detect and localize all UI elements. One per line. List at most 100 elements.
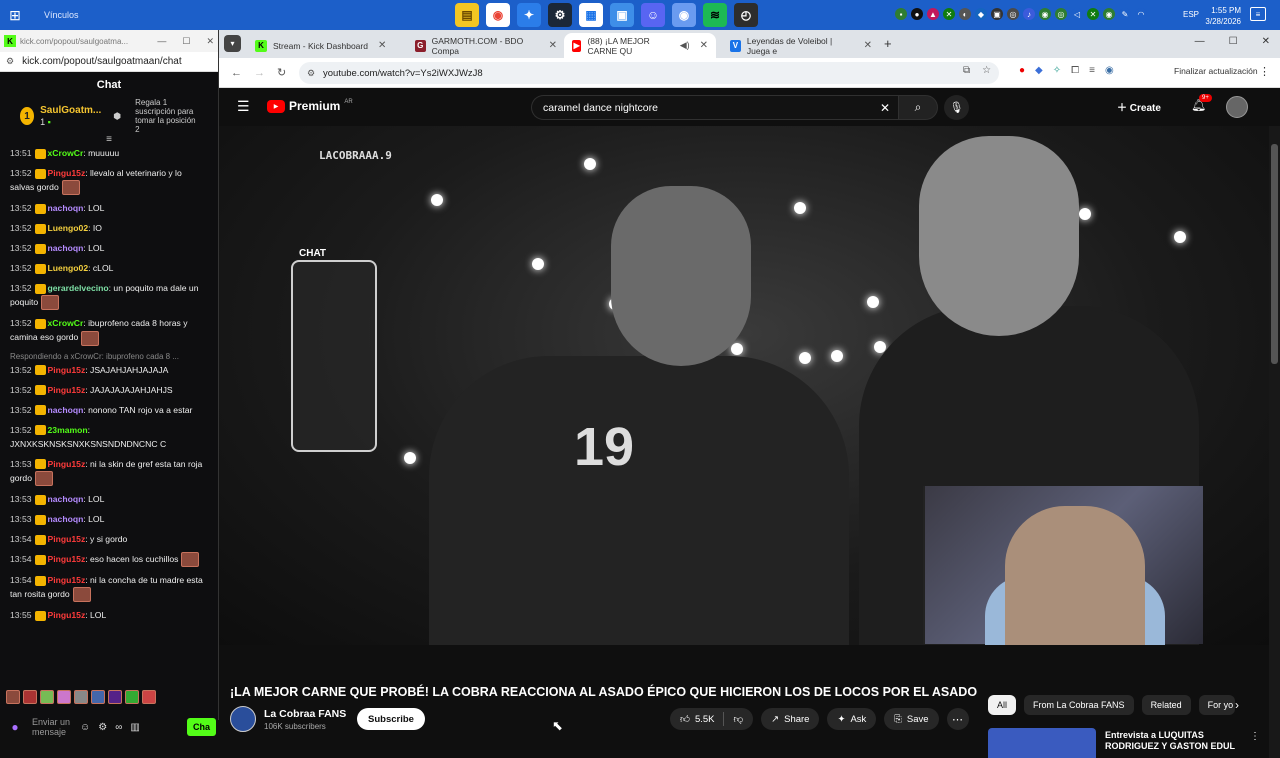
like-icon[interactable]: 👍︎ — [680, 713, 690, 725]
recommended-title[interactable]: Entrevista a LUQUITAS RODRIGUEZ Y GASTON… — [1105, 730, 1245, 752]
message-username[interactable]: nachoqn — [48, 494, 84, 504]
link-icon[interactable]: ∞ — [115, 722, 122, 733]
chips-next-icon[interactable]: › — [1235, 698, 1239, 712]
message-username[interactable]: Pingu15z — [48, 554, 86, 564]
tray-app-icon[interactable]: ◎ — [1007, 8, 1019, 20]
message-username[interactable]: Pingu15z — [48, 385, 86, 395]
extensions-puzzle-icon[interactable]: ⧠ — [1071, 65, 1079, 76]
account-avatar[interactable] — [1226, 96, 1248, 118]
profile-avatar-icon[interactable]: ◉ — [1105, 65, 1114, 76]
dislike-icon[interactable]: 👎︎ — [733, 713, 743, 725]
message-username[interactable]: 23mamon — [48, 425, 88, 435]
pen-icon[interactable]: ✎ — [1119, 8, 1131, 20]
youtube-premium-logo[interactable]: ▶ Premium AR — [267, 99, 353, 113]
extension-icon[interactable]: ✧ — [1053, 65, 1061, 76]
tray-app-icon[interactable]: ◆ — [975, 8, 987, 20]
like-count[interactable]: 5.5K — [695, 714, 715, 725]
tray-app-icon[interactable]: ● — [911, 8, 923, 20]
channel-avatar[interactable] — [230, 706, 256, 732]
chat-message[interactable]: 13:52 Pingu15z: JSAJAHJAHJAJAJA — [10, 363, 208, 377]
message-username[interactable]: nachoqn — [48, 405, 84, 415]
maximize-icon[interactable]: ☐ — [182, 36, 190, 47]
tray-app-icon[interactable]: ▪ — [895, 8, 907, 20]
microphone-icon[interactable]: ♪ — [1023, 8, 1035, 20]
send-chat-button[interactable]: Cha — [186, 718, 216, 736]
tray-app-icon[interactable]: ▣ — [991, 8, 1003, 20]
close-tab-icon[interactable]: ✕ — [549, 40, 557, 51]
clock-icon[interactable]: ◴ — [734, 3, 758, 27]
language-indicator[interactable]: ESP — [1183, 10, 1199, 19]
discord-icon[interactable]: ☺ — [641, 3, 665, 27]
chat-message[interactable]: 13:53 nachoqn: LOL — [10, 492, 208, 506]
emote-icon[interactable] — [6, 690, 20, 704]
tray-app-icon[interactable]: ◎ — [1055, 8, 1067, 20]
site-settings-icon[interactable]: ⚙ — [6, 56, 14, 67]
video-player[interactable]: LACOBRAAA.9 CHAT 19 — [219, 126, 1269, 645]
bookmark-star-icon[interactable]: ☆ — [982, 65, 991, 76]
close-tab-icon[interactable]: ✕ — [700, 40, 708, 51]
message-username[interactable]: Pingu15z — [48, 168, 86, 178]
chat-message[interactable]: 13:52 gerardelvecino: un poquito ma dale … — [10, 281, 208, 311]
chrome-2-icon[interactable]: ◉ — [672, 3, 696, 27]
voice-search-icon[interactable]: 🎙︎ — [944, 95, 969, 120]
chat-message[interactable]: 13:52 nachoqn: nonono TAN rojo va a estar — [10, 403, 208, 417]
message-username[interactable]: Luengo02 — [48, 263, 89, 273]
extension-icon[interactable]: ● — [1019, 65, 1025, 76]
steam-icon[interactable]: ⚙ — [548, 3, 572, 27]
tray-app-icon[interactable]: ◐ — [959, 8, 971, 20]
windows-start-icon[interactable]: ⊞ — [0, 0, 30, 30]
emote-icon[interactable] — [74, 690, 88, 704]
chat-message[interactable]: 13:52 nachoqn: LOL — [10, 241, 208, 255]
tab-leyendas-voleibol[interactable]: V Leyendas de Voleibol | Juega e ✕ — [722, 33, 880, 58]
chip-all[interactable]: All — [988, 695, 1017, 715]
tab-youtube-video[interactable]: ▶ (88) ¡LA MEJOR CARNE QU ◀) ✕ — [564, 33, 716, 58]
message-username[interactable]: nachoqn — [48, 243, 84, 253]
site-info-icon[interactable]: ⚙ — [307, 68, 315, 79]
notification-center-icon[interactable]: ≡ — [1250, 7, 1266, 21]
chat-message[interactable]: 13:54 Pingu15z: ni la concha de tu madre … — [10, 573, 208, 603]
wifi-icon[interactable]: ◠ — [1135, 8, 1147, 20]
message-username[interactable]: nachoqn — [48, 203, 84, 213]
tab-kick-dashboard[interactable]: K Stream - Kick Dashboard ✕ — [247, 33, 405, 58]
ask-button[interactable]: ✦ Ask — [827, 708, 877, 730]
message-username[interactable]: gerardelvecino — [48, 283, 109, 293]
message-username[interactable]: xCrowCr — [48, 148, 84, 158]
message-username[interactable]: Pingu15z — [48, 575, 86, 585]
chat-message[interactable]: 13:51 xCrowCr: muuuuu — [10, 146, 208, 160]
emote-icon[interactable] — [57, 690, 71, 704]
clear-search-icon[interactable]: ✕ — [880, 101, 890, 115]
new-tab-icon[interactable]: + — [884, 36, 892, 51]
recommended-more-icon[interactable]: ⋮ — [1250, 731, 1260, 742]
search-input[interactable]: caramel dance nightcore ✕ — [531, 95, 898, 120]
gift-icon[interactable]: ▥ — [130, 722, 139, 733]
message-username[interactable]: xCrowCr — [48, 318, 84, 328]
cast-icon[interactable]: ⧉ — [963, 65, 970, 76]
menu-icon[interactable]: ☰ — [237, 98, 250, 115]
tray-app-icon[interactable]: ◉ — [1103, 8, 1115, 20]
chat-filter-icon[interactable]: ≡ — [0, 134, 218, 146]
xbox-icon[interactable]: ✕ — [943, 8, 955, 20]
emote-icon[interactable] — [23, 690, 37, 704]
chat-message[interactable]: 13:53 nachoqn: LOL — [10, 512, 208, 526]
forward-icon[interactable]: → — [254, 67, 265, 79]
chip-for-you[interactable]: For yo — [1198, 695, 1235, 715]
chip-from-channel[interactable]: From La Cobraa FANS — [1024, 695, 1134, 715]
message-username[interactable]: Pingu15z — [48, 534, 86, 544]
photos-icon[interactable]: ▣ — [610, 3, 634, 27]
tab-search-icon[interactable]: ▾ — [224, 35, 241, 52]
minimize-icon[interactable]: — — [157, 36, 166, 47]
popup-address-bar[interactable]: ⚙ kick.com/popout/saulgoatmaan/chat — [0, 52, 218, 72]
more-actions-icon[interactable]: ⋯ — [946, 708, 969, 730]
emote-icon[interactable] — [125, 690, 139, 704]
clock[interactable]: 1:55 PM 3/28/2026 — [1203, 5, 1241, 27]
save-button[interactable]: ⎘ Save — [884, 708, 939, 730]
share-button[interactable]: ↗ Share — [761, 708, 820, 730]
close-icon[interactable]: ✕ — [1262, 36, 1270, 47]
subscribe-button[interactable]: Subscribe — [357, 708, 425, 730]
microphone-icon[interactable]: ● — [6, 718, 24, 736]
close-icon[interactable]: ✕ — [206, 36, 214, 47]
reload-icon[interactable]: ↻ — [277, 66, 286, 79]
store-icon[interactable]: ▦ — [579, 3, 603, 27]
search-icon[interactable]: ⌕ — [898, 95, 938, 120]
tab-garmoth[interactable]: G GARMOTH.COM - BDO Compa ✕ — [407, 33, 565, 58]
